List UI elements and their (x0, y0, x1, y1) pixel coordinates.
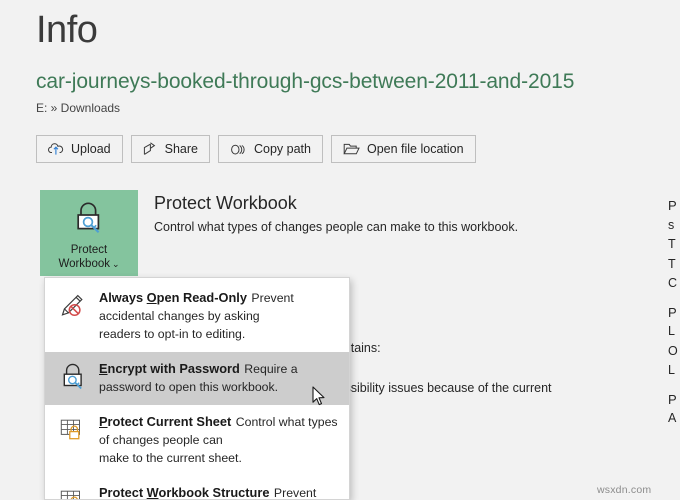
right-rail-line: A (668, 409, 680, 429)
right-rail-line: L (668, 322, 680, 342)
page-title: Info (36, 4, 97, 56)
menu-item-title: Protect Workbook Structure (99, 485, 269, 500)
title-pre: Protect (99, 485, 147, 500)
upload-button[interactable]: Upload (36, 135, 123, 163)
title-post: ncrypt with Password (108, 361, 240, 376)
lock-key-icon (58, 361, 88, 391)
watermark: wsxdn.com (597, 484, 651, 496)
subtitle-line-2: make to the current sheet. (99, 451, 242, 465)
pencil-no-entry-icon (58, 290, 88, 320)
right-rail-line: T (668, 255, 680, 275)
right-rail-line: L (668, 361, 680, 381)
right-rail-clipped-column: P s T T C P L O L P A (668, 196, 680, 429)
right-rail-line: T (668, 235, 680, 255)
protect-workbook-description: Control what types of changes people can… (154, 220, 518, 234)
tile-label-line-2: Workbook (58, 258, 110, 270)
subtitle-line-2: readers to opt-in to editing. (99, 327, 245, 341)
protect-workbook-tile-button[interactable]: Protect Workbook⌄ (40, 190, 138, 276)
right-rail-line: s (668, 216, 680, 236)
chevron-down-icon[interactable]: ⌄ (112, 259, 120, 269)
protect-workbook-dropdown-menu: Always Open Read-Only Prevent accidental… (44, 277, 350, 500)
title-post: orkbook Structure (159, 485, 270, 500)
title-post: pen Read-Only (157, 290, 247, 305)
tile-label-line-1: Protect (71, 244, 107, 256)
copy-path-button-label: Copy path (254, 142, 311, 156)
right-rail-line: O (668, 342, 680, 362)
right-rail-line: P (668, 303, 680, 323)
title-pre: Always (99, 290, 147, 305)
file-action-buttons: Upload Share Copy path (36, 135, 476, 163)
menu-item-always-open-read-only[interactable]: Always Open Read-Only Prevent accidental… (45, 281, 349, 352)
lock-key-icon (70, 199, 108, 240)
menu-item-text: Encrypt with Password Require a password… (99, 360, 339, 396)
right-rail-spacer (668, 381, 680, 390)
menu-item-protect-workbook-structure[interactable]: Protect Workbook Structure Prevent unwan… (45, 476, 349, 500)
title-accesskey: P (99, 414, 108, 429)
open-file-location-button-label: Open file location (367, 142, 464, 156)
right-rail-line: P (668, 390, 680, 410)
cloud-upload-icon (48, 142, 64, 156)
sheet-lock-icon (58, 414, 88, 444)
title-post: rotect Current Sheet (108, 414, 232, 429)
title-accesskey: W (147, 485, 159, 500)
menu-item-title: Protect Current Sheet (99, 414, 231, 429)
menu-item-title: Encrypt with Password (99, 361, 240, 376)
right-rail-line: C (668, 274, 680, 294)
menu-item-encrypt-with-password[interactable]: Encrypt with Password Require a password… (45, 352, 349, 405)
protect-workbook-tile-label: Protect Workbook⌄ (58, 243, 119, 271)
share-icon (143, 142, 158, 156)
open-file-location-button[interactable]: Open file location (331, 135, 476, 163)
title-accesskey: E (99, 361, 108, 376)
right-rail-line: P (668, 196, 680, 216)
file-name: car-journeys-booked-through-gcs-between-… (36, 70, 574, 94)
folder-open-icon (343, 142, 360, 156)
right-rail-spacer (668, 294, 680, 303)
file-path-breadcrumb: E: » Downloads (36, 101, 120, 115)
menu-item-protect-current-sheet[interactable]: Protect Current Sheet Control what types… (45, 405, 349, 476)
share-button-label: Share (165, 142, 198, 156)
link-icon (230, 143, 247, 156)
protect-workbook-heading: Protect Workbook (154, 193, 297, 214)
title-accesskey: O (147, 290, 157, 305)
menu-item-text: Protect Current Sheet Control what types… (99, 413, 339, 467)
copy-path-button[interactable]: Copy path (218, 135, 323, 163)
menu-item-text: Always Open Read-Only Prevent accidental… (99, 289, 339, 343)
upload-button-label: Upload (71, 142, 111, 156)
share-button[interactable]: Share (131, 135, 210, 163)
menu-item-text: Protect Workbook Structure Prevent unwan… (99, 484, 339, 500)
menu-item-title: Always Open Read-Only (99, 290, 247, 305)
sheet-lock-icon (58, 485, 88, 500)
info-backstage-page: Info car-journeys-booked-through-gcs-bet… (0, 0, 680, 500)
